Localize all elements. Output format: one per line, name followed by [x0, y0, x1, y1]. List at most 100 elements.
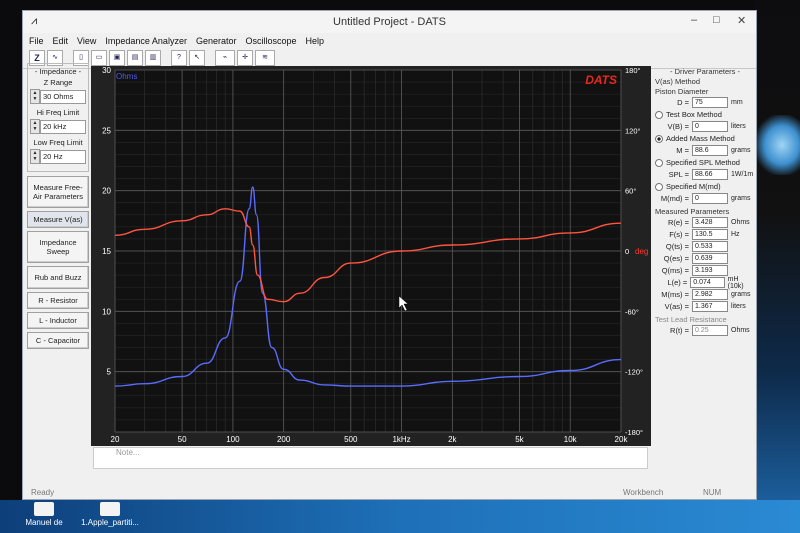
rt-field[interactable]: 0.25 [692, 325, 728, 336]
menu-bar: File Edit View Impedance Analyzer Genera… [23, 33, 756, 48]
hi-freq-value: 20 kHz [40, 119, 86, 134]
m-key: M = [676, 146, 689, 155]
desktop-icon-label: 1.Apple_partiti... [81, 518, 139, 527]
test-box-radio[interactable]: Test Box Method [655, 110, 755, 119]
d-field[interactable]: 75 [692, 97, 728, 108]
m-field[interactable]: 88.6 [692, 145, 728, 156]
param-row: F(s) = 130.5 Hz [655, 229, 755, 240]
added-mass-radio[interactable]: Added Mass Method [655, 134, 755, 143]
param-key: Q(ts) = [665, 242, 689, 251]
spinner-arrows-icon[interactable]: ▲ ▼ [30, 119, 40, 134]
impedance-chart[interactable]: 20 50 100 200 500 1kHz 2k 5k 10k 20k51015202530-1… [91, 66, 651, 446]
capacitor-button[interactable]: C - Capacitor [27, 332, 89, 349]
ohms-unit-label: Ohms [116, 72, 137, 81]
param-key: L(e) = [667, 278, 688, 287]
spl-field[interactable]: 88.66 [692, 169, 728, 180]
inductor-button[interactable]: L - Inductor [27, 312, 89, 329]
maximize-button[interactable]: □ [713, 14, 720, 26]
x-tick-label: 10k [564, 435, 578, 444]
minimize-button[interactable]: – [691, 14, 697, 26]
vb-key: V(B) = [667, 122, 689, 131]
menu-help[interactable]: Help [306, 36, 325, 46]
measured-parameters-list: R(e) = 3.428 Ohms F(s) = 130.5 Hz Q(ts) = 0.533… [655, 217, 755, 312]
menu-oscilloscope[interactable]: Oscilloscope [245, 36, 296, 46]
test-box-label: Test Box Method [666, 110, 722, 119]
y-tick-label: 5 [107, 368, 112, 377]
param-value: 2.982 [692, 289, 728, 300]
x-tick-label: 50 [178, 435, 187, 444]
app-window: ⩘ Untitled Project - DATS – □ ✕ File Edi… [22, 10, 757, 500]
param-row: Q(ts) = 0.533 [655, 241, 755, 252]
spl-unit: 1W/1m [731, 171, 754, 178]
param-value: 0.533 [692, 241, 728, 252]
status-workbench: Workbench [623, 487, 664, 497]
desktop-wallpaper-glow [755, 115, 800, 175]
y2-tick-label: 120° [625, 126, 641, 135]
param-unit: liters [731, 303, 746, 310]
param-key: R(e) = [667, 218, 689, 227]
about-icon[interactable]: ? [171, 50, 187, 66]
param-key: Q(ms) = [661, 266, 689, 275]
file-icon [34, 502, 54, 516]
z-range-value: 30 Ohms [40, 89, 86, 104]
export-icon[interactable]: ▤ [127, 50, 143, 66]
spinner-arrows-icon[interactable]: ▲ ▼ [30, 89, 40, 104]
save-file-icon[interactable]: ▣ [109, 50, 125, 66]
menu-impedance-analyzer[interactable]: Impedance Analyzer [105, 36, 187, 46]
x-tick-label: 200 [277, 435, 291, 444]
x-tick-label: 5k [515, 435, 524, 444]
notes-field[interactable]: Note... [93, 447, 648, 469]
context-help-icon[interactable]: ↖ [189, 50, 205, 66]
menu-file[interactable]: File [29, 36, 44, 46]
desktop-icon-apple-partition[interactable]: 1.Apple_partiti... [78, 502, 142, 527]
measured-parameters-header: Measured Parameters [655, 207, 730, 216]
param-key: V(as) = [664, 302, 689, 311]
chart-bar-icon[interactable]: ▥ [145, 50, 161, 66]
menu-generator[interactable]: Generator [196, 36, 237, 46]
mmd-method-radio[interactable]: Specified M(md) [655, 182, 755, 191]
rt-key: R(t) = [670, 326, 689, 335]
measure-vas-button[interactable]: Measure V(as) [27, 211, 89, 228]
param-key: F(s) = [669, 230, 689, 239]
y-tick-label: 30 [102, 66, 111, 75]
menu-view[interactable]: View [77, 36, 96, 46]
param-unit: Hz [731, 231, 740, 238]
param-unit: grams [731, 291, 751, 298]
piston-diameter-label: Piston Diameter [655, 87, 709, 96]
menu-edit[interactable]: Edit [53, 36, 69, 46]
rub-and-buzz-button[interactable]: Rub and Buzz [27, 266, 89, 289]
z-range-spinner[interactable]: ▲ ▼ 30 Ohms [30, 89, 86, 104]
desktop-background [755, 0, 800, 533]
spinner-arrows-icon[interactable]: ▲ ▼ [30, 149, 40, 164]
folder-icon [100, 502, 120, 516]
phase-icon[interactable]: ⌁ [215, 50, 235, 66]
mmd-unit: grams [731, 195, 751, 202]
impedance-sweep-button[interactable]: Impedance Sweep [27, 231, 89, 263]
param-key: Q(es) = [663, 254, 689, 263]
y-tick-label: 15 [102, 247, 111, 256]
radio-icon [655, 182, 663, 191]
cursor-icon[interactable]: ✛ [237, 50, 253, 66]
open-file-icon[interactable]: ▭ [91, 50, 107, 66]
param-row: L(e) = 0.074 mH (10k) [655, 276, 755, 290]
deg-unit-label: deg [635, 247, 648, 256]
resistor-button[interactable]: R - Resistor [27, 292, 89, 309]
param-row: Q(ms) = 3.193 [655, 265, 755, 276]
param-key: M(ms) = [661, 290, 689, 299]
added-mass-label: Added Mass Method [666, 134, 735, 143]
measure-free-air-button[interactable]: Measure Free-Air Parameters [27, 176, 89, 208]
hi-freq-spinner[interactable]: ▲ ▼ 20 kHz [30, 119, 86, 134]
param-row: V(as) = 1.367 liters [655, 301, 755, 312]
spl-method-radio[interactable]: Specified SPL Method [655, 158, 755, 167]
m-unit: grams [731, 147, 751, 154]
low-freq-value: 20 Hz [40, 149, 86, 164]
measure-icon[interactable]: ≋ [255, 50, 275, 66]
desktop-icon-manuel[interactable]: Manuel de [22, 502, 66, 527]
x-tick-label: 20 [111, 435, 120, 444]
x-tick-label: 1kHz [392, 435, 410, 444]
close-button[interactable]: ✕ [737, 14, 746, 27]
vb-field[interactable]: 0 [692, 121, 728, 132]
low-freq-spinner[interactable]: ▲ ▼ 20 Hz [30, 149, 86, 164]
dats-logo: DATS [585, 73, 617, 87]
mmd-field[interactable]: 0 [692, 193, 728, 204]
